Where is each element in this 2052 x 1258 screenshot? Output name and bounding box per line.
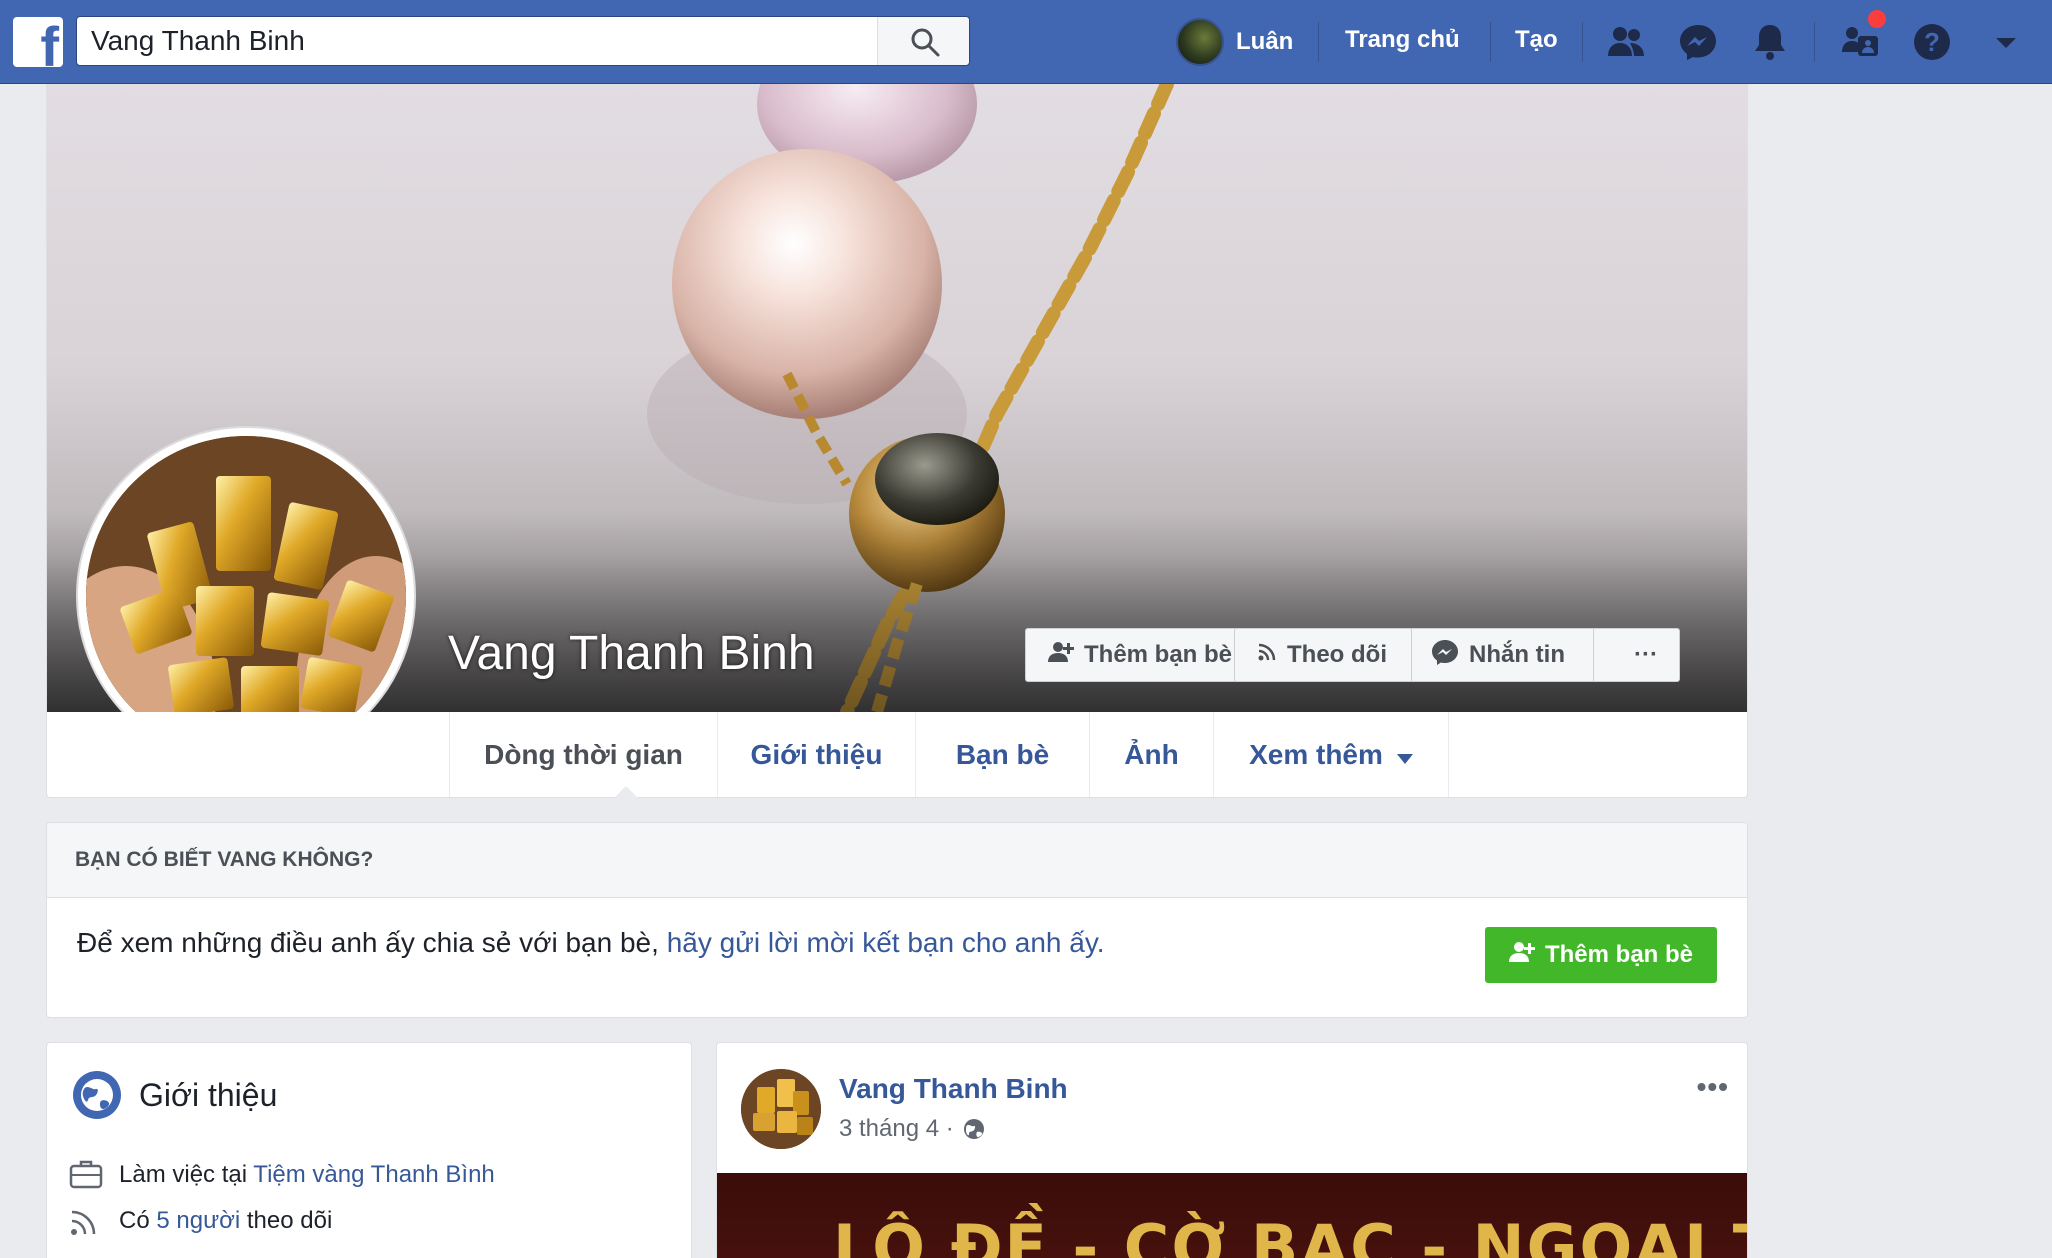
intro-followers-suffix: theo dõi — [240, 1207, 333, 1234]
add-friend-icon — [1048, 640, 1074, 671]
help-icon[interactable]: ? — [1908, 18, 1956, 66]
tab-label: Xem thêm — [1249, 738, 1383, 770]
message-label: Nhắn tin — [1469, 641, 1565, 668]
card-message-text: Để xem những điều anh ấy chia sẻ với bạn… — [77, 927, 667, 958]
active-tab-indicator — [614, 786, 638, 798]
nav-user-name: Luân — [1236, 28, 1294, 55]
profile-tabs: Dòng thời gian Giới thiệu Bạn bè Ảnh Xem… — [46, 712, 1748, 798]
follow-label: Theo dõi — [1287, 641, 1387, 668]
search-box — [76, 16, 970, 66]
post-image-text: LÔ ĐỀ - CỜ BẠC - NGOẠI TÌNH — [833, 1211, 1747, 1258]
profile-action-group: Theo dõi Nhắn tin ··· — [1234, 628, 1680, 682]
tab-more[interactable]: Xem thêm — [1213, 712, 1449, 797]
tab-label: Dòng thời gian — [484, 738, 683, 770]
briefcase-icon — [69, 1159, 103, 1194]
rss-follow-icon — [1257, 641, 1277, 669]
add-friend-label: Thêm bạn bè — [1084, 641, 1233, 668]
follow-button[interactable]: Theo dõi — [1257, 629, 1387, 681]
message-button[interactable]: Nhắn tin — [1431, 629, 1565, 681]
add-friend-icon — [1508, 940, 1535, 971]
search-icon — [911, 28, 940, 57]
search-button[interactable] — [877, 17, 969, 65]
card-message: Để xem những điều anh ấy chia sẻ với bạn… — [77, 927, 1105, 959]
add-friend-green-button[interactable]: Thêm bạn bè — [1485, 927, 1717, 983]
top-navigation-bar: f Luân Trang chủ Tạo ? — [0, 0, 2052, 84]
rss-follow-icon — [69, 1207, 99, 1242]
more-options-button[interactable]: ··· — [1613, 629, 1679, 681]
notifications-bell-icon[interactable] — [1746, 18, 1794, 66]
followers-link[interactable]: 5 người — [156, 1207, 240, 1234]
add-friend-button[interactable]: Thêm bạn bè — [1025, 628, 1257, 682]
friend-suggestion-card: BẠN CÓ BIẾT VANG KHÔNG? Để xem những điề… — [46, 822, 1748, 1018]
intro-followers: Có 5 người theo dõi — [119, 1207, 332, 1235]
button-divider — [1411, 629, 1412, 681]
intro-followers-prefix: Có — [119, 1207, 157, 1234]
post-image[interactable]: LÔ ĐỀ - CỜ BẠC - NGOẠI TÌNH — [717, 1173, 1747, 1258]
add-friend-label: Thêm bạn bè — [1544, 941, 1694, 968]
post-author-avatar[interactable] — [741, 1069, 821, 1149]
tab-photos[interactable]: Ảnh — [1089, 712, 1213, 797]
nav-divider — [1318, 22, 1319, 62]
send-friend-request-link[interactable]: hãy gửi lời mời kết bạn cho anh ấy. — [667, 927, 1105, 958]
intro-work-prefix: Làm việc tại — [119, 1161, 254, 1188]
globe-icon — [73, 1071, 121, 1119]
messenger-icon[interactable] — [1674, 18, 1722, 66]
profile-name: Vang Thanh Binh — [448, 627, 815, 680]
nav-create-link[interactable]: Tạo — [1515, 26, 1558, 54]
nav-home-link[interactable]: Trang chủ — [1345, 26, 1460, 54]
card-header: BẠN CÓ BIẾT VANG KHÔNG? — [47, 823, 1747, 898]
tab-label: Giới thiệu — [750, 738, 883, 770]
intro-work: Làm việc tại Tiệm vàng Thanh Bình — [119, 1161, 495, 1189]
nav-divider — [1814, 22, 1815, 62]
intro-card: Giới thiệu Làm việc tại Tiệm vàng Thanh … — [46, 1042, 692, 1258]
facebook-logo-icon[interactable]: f — [13, 17, 63, 67]
post-card: Vang Thanh Binh 3 tháng 4 · ••• LÔ ĐỀ - … — [716, 1042, 1748, 1258]
tab-friends[interactable]: Bạn bè — [915, 712, 1089, 797]
friend-requests-icon[interactable] — [1602, 18, 1650, 66]
post-date[interactable]: 3 tháng 4 · — [839, 1115, 954, 1143]
search-input[interactable] — [77, 17, 877, 65]
messenger-small-icon — [1431, 638, 1459, 673]
notification-badge — [1866, 8, 1888, 30]
more-options-ellipsis: ··· — [1634, 641, 1658, 668]
nav-divider — [1582, 22, 1583, 62]
intro-title: Giới thiệu — [139, 1077, 278, 1113]
profile-picture-image — [86, 436, 406, 756]
svg-text:?: ? — [1924, 27, 1940, 57]
tab-label: Bạn bè — [955, 738, 1050, 770]
tab-about[interactable]: Giới thiệu — [717, 712, 915, 797]
public-globe-icon — [962, 1117, 986, 1141]
nav-profile-link[interactable]: Luân — [1176, 18, 1293, 66]
user-avatar — [1176, 18, 1224, 66]
chevron-down-icon — [1396, 739, 1413, 771]
nav-divider — [1490, 22, 1491, 62]
workplace-link[interactable]: Tiệm vàng Thanh Bình — [253, 1161, 494, 1188]
post-meta: 3 tháng 4 · — [839, 1115, 986, 1143]
post-options-button[interactable]: ••• — [1697, 1071, 1729, 1103]
post-author-name[interactable]: Vang Thanh Binh — [839, 1073, 1068, 1105]
account-menu-chevron-icon[interactable] — [1982, 18, 2030, 66]
tab-label: Ảnh — [1124, 738, 1179, 770]
button-divider — [1593, 629, 1594, 681]
tab-timeline[interactable]: Dòng thời gian — [449, 712, 717, 797]
